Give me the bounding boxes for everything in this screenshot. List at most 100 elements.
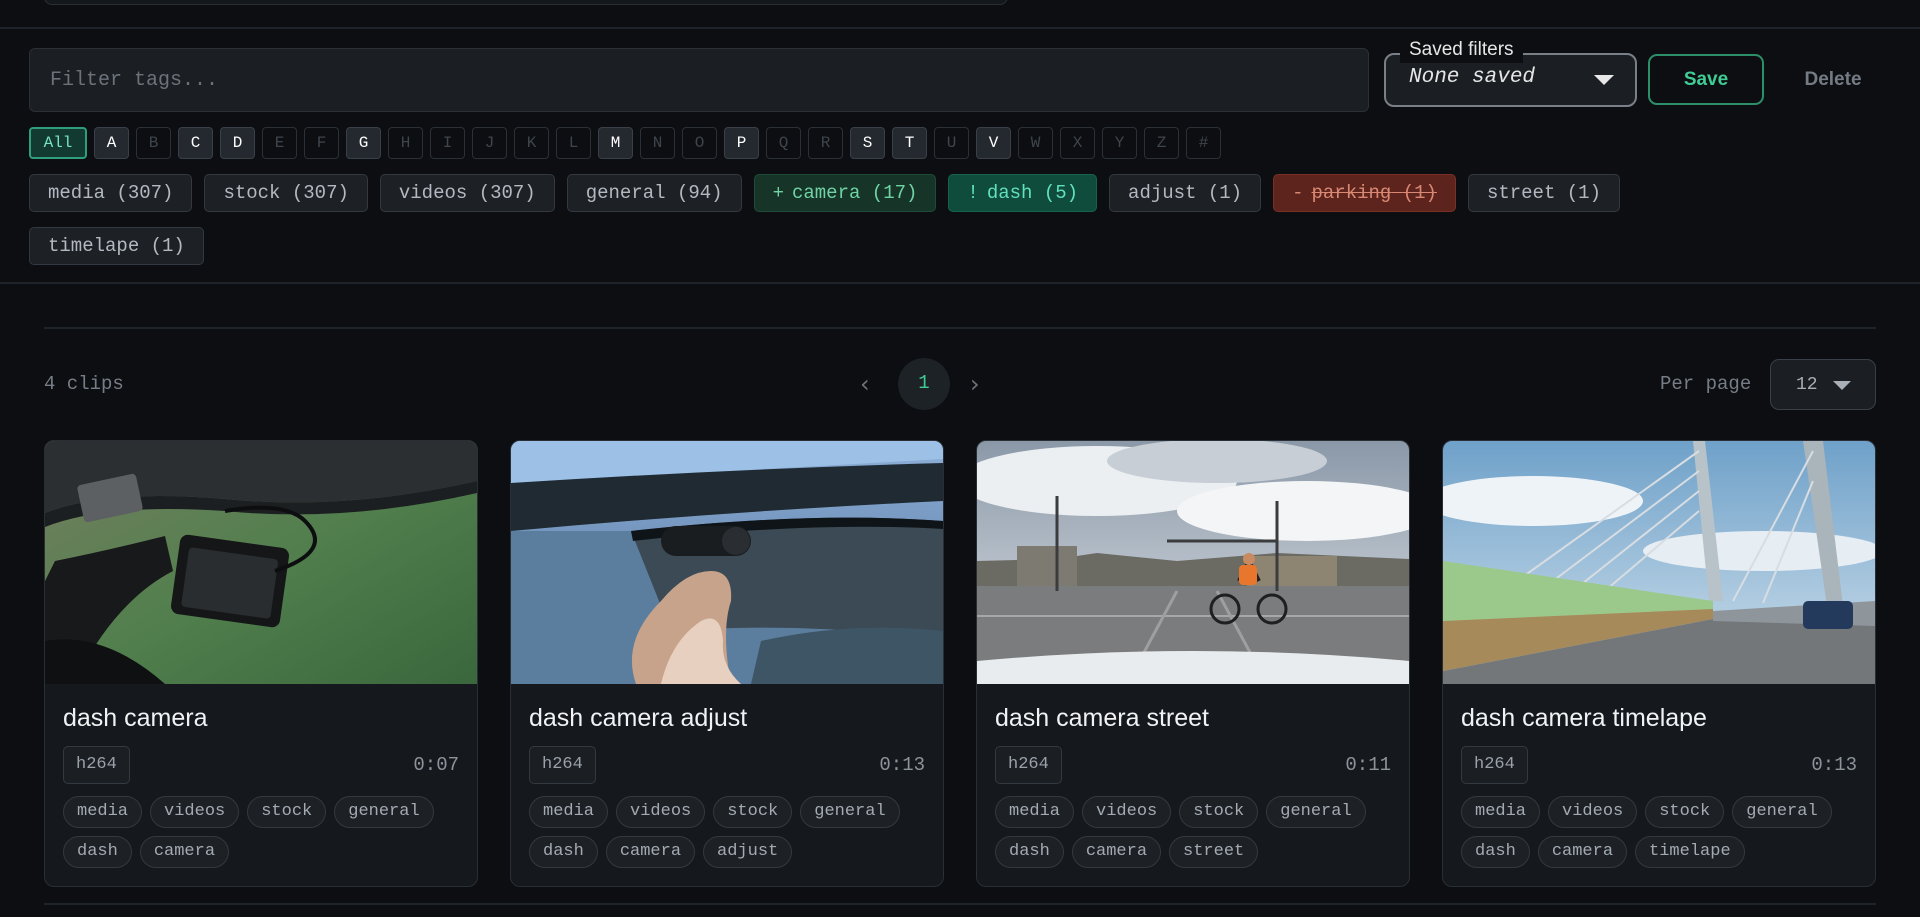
letter-filter-w[interactable]: W	[1018, 127, 1053, 159]
clip-tag[interactable]: adjust	[703, 836, 793, 868]
clip-duration: 0:11	[1345, 754, 1391, 776]
letter-filter-j[interactable]: J	[472, 127, 507, 159]
tag-chip-adjust[interactable]: adjust (1)	[1109, 174, 1262, 212]
clip-card[interactable]: dash camera h264 0:07 media videos stock gener…	[44, 440, 478, 887]
letter-filter-f[interactable]: F	[304, 127, 339, 159]
tag-chip-parking[interactable]: - parking (1)	[1273, 174, 1456, 212]
letter-filter-l[interactable]: L	[556, 127, 591, 159]
letter-filter-g[interactable]: G	[346, 127, 381, 159]
clip-tag[interactable]: camera	[1537, 836, 1628, 868]
clip-tag[interactable]: general	[1266, 796, 1366, 828]
tag-chip-media[interactable]: media (307)	[29, 174, 193, 212]
clip-tag[interactable]: videos	[1082, 796, 1172, 828]
clip-card[interactable]: dash camera adjust h264 0:13 media videos sto…	[510, 440, 944, 887]
letter-filter-y[interactable]: Y	[1102, 127, 1137, 159]
clip-tag[interactable]: general	[800, 796, 900, 828]
tag-count: (307)	[291, 182, 349, 204]
letter-filter-m[interactable]: M	[598, 127, 633, 159]
clip-tag[interactable]: videos	[1548, 796, 1638, 828]
tag-chip-street[interactable]: street (1)	[1467, 174, 1620, 212]
letter-filter-x[interactable]: X	[1060, 127, 1095, 159]
letter-filter-c[interactable]: C	[178, 127, 213, 159]
clip-tag[interactable]: dash	[63, 836, 132, 868]
clip-tag[interactable]: camera	[605, 836, 696, 868]
letter-filter-e[interactable]: E	[262, 127, 297, 159]
clip-tag[interactable]: media	[995, 796, 1075, 828]
clip-tag[interactable]: media	[529, 796, 609, 828]
tag-name: street	[1486, 182, 1556, 204]
codec-badge: h264	[63, 746, 130, 784]
letter-filter-u[interactable]: U	[934, 127, 969, 159]
clip-thumbnail[interactable]	[511, 441, 943, 684]
clip-tag[interactable]: dash	[995, 836, 1064, 868]
divider	[44, 903, 1876, 905]
clip-thumbnail[interactable]	[45, 441, 477, 684]
clip-tag[interactable]: stock	[1179, 796, 1259, 828]
letter-filter-o[interactable]: O	[682, 127, 717, 159]
letter-filter-q[interactable]: Q	[766, 127, 801, 159]
divider	[0, 27, 1920, 29]
letter-filter-t[interactable]: T	[892, 127, 927, 159]
letter-filter-r[interactable]: R	[808, 127, 843, 159]
tag-name: parking	[1311, 182, 1392, 204]
letter-filter-k[interactable]: K	[514, 127, 549, 159]
letter-filter-all[interactable]: All	[29, 127, 87, 159]
tag-name: general	[585, 182, 666, 204]
page-button-current[interactable]: 1	[898, 358, 950, 410]
clip-tag[interactable]: media	[63, 796, 143, 828]
letter-filter-s[interactable]: S	[850, 127, 885, 159]
tag-name: media	[48, 182, 106, 204]
letter-filter-h[interactable]: H	[388, 127, 423, 159]
tag-chip-videos[interactable]: videos (307)	[379, 174, 555, 212]
clip-tag[interactable]: videos	[150, 796, 240, 828]
clip-tag[interactable]: dash	[1461, 836, 1530, 868]
clip-tag[interactable]: street	[1169, 836, 1259, 868]
letter-filter-z[interactable]: Z	[1144, 127, 1179, 159]
clip-thumbnail[interactable]	[977, 441, 1409, 684]
clip-tag[interactable]: camera	[139, 836, 230, 868]
clip-card[interactable]: dash camera timelape h264 0:13 media videos s…	[1442, 440, 1876, 887]
tag-chip-dash[interactable]: ! dash (5)	[948, 174, 1098, 212]
codec-badge: h264	[529, 746, 596, 784]
tag-name: timelape	[48, 235, 140, 257]
letter-filter-n[interactable]: N	[640, 127, 675, 159]
letter-filter-d[interactable]: D	[220, 127, 255, 159]
tag-chip-timelape[interactable]: timelape (1)	[29, 227, 204, 265]
letter-filter-i[interactable]: I	[430, 127, 465, 159]
clip-tag[interactable]: stock	[247, 796, 327, 828]
filter-tags-input[interactable]	[29, 48, 1369, 112]
tag-name: stock	[223, 182, 281, 204]
tag-chip-camera[interactable]: + camera (17)	[753, 174, 937, 212]
tag-name: camera	[791, 182, 861, 204]
clip-tag[interactable]: stock	[713, 796, 793, 828]
codec-badge: h264	[1461, 746, 1528, 784]
clip-tag[interactable]: dash	[529, 836, 598, 868]
clip-tag-list: media videos stock general dash camera street	[995, 796, 1395, 868]
chevron-left-icon[interactable]: ‹	[860, 372, 870, 396]
letter-filter-p[interactable]: P	[724, 127, 759, 159]
tag-chip-list: media (307) stock (307) videos (307) genera…	[29, 174, 1749, 265]
tag-count: (1)	[150, 235, 185, 257]
tag-chip-stock[interactable]: stock (307)	[204, 174, 368, 212]
clip-tag[interactable]: general	[1732, 796, 1832, 828]
clip-tag[interactable]: timelape	[1635, 836, 1745, 868]
divider	[0, 282, 1920, 284]
letter-filter-b[interactable]: B	[136, 127, 171, 159]
clip-tag[interactable]: videos	[616, 796, 706, 828]
save-button[interactable]: Save	[1648, 54, 1764, 105]
tag-chip-general[interactable]: general (94)	[566, 174, 742, 212]
letter-filter-v[interactable]: V	[976, 127, 1011, 159]
tag-count: (1)	[1566, 182, 1601, 204]
clip-tag-list: media videos stock general dash camera	[63, 796, 463, 868]
chevron-right-icon[interactable]: ›	[970, 372, 980, 396]
per-page-select[interactable]: 12	[1770, 359, 1876, 410]
delete-button[interactable]: Delete	[1780, 54, 1886, 105]
clip-tag[interactable]: general	[334, 796, 434, 828]
letter-filter-hash[interactable]: #	[1186, 127, 1221, 159]
clip-thumbnail[interactable]	[1443, 441, 1875, 684]
clip-tag[interactable]: camera	[1071, 836, 1162, 868]
letter-filter-a[interactable]: A	[94, 127, 129, 159]
clip-tag[interactable]: media	[1461, 796, 1541, 828]
clip-tag[interactable]: stock	[1645, 796, 1725, 828]
clip-card[interactable]: dash camera street h264 0:11 media videos sto…	[976, 440, 1410, 887]
